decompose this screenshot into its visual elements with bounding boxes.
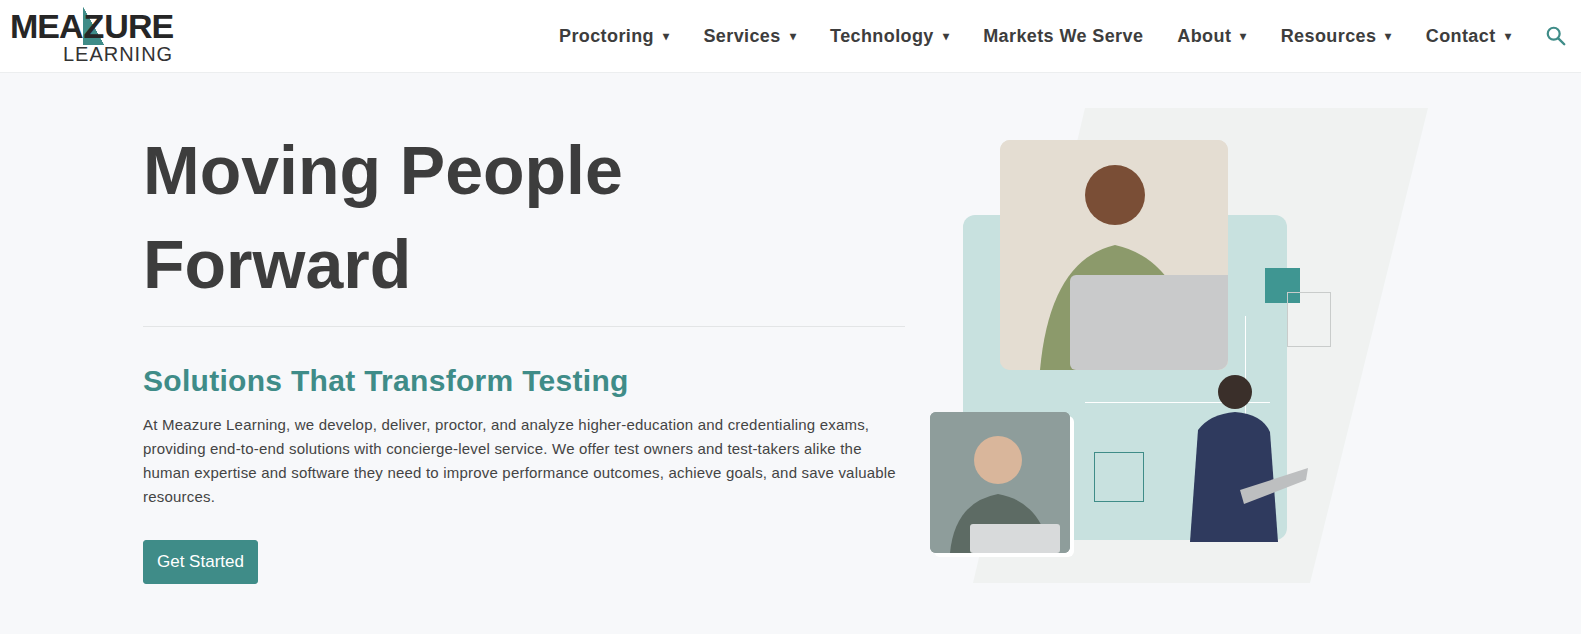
photo (1170, 370, 1310, 542)
nav-item[interactable]: Proctoring ▾ (559, 23, 669, 50)
nav-item[interactable]: Contact ▾ (1426, 23, 1511, 50)
logo-subtitle: LEARNING (10, 44, 173, 64)
photo (930, 412, 1070, 553)
dropdown-caret-icon: ▾ (1505, 27, 1511, 45)
man-photo (1170, 370, 1310, 542)
decor-square (1094, 452, 1144, 502)
logo[interactable]: MEAZURELEARNING (10, 9, 173, 64)
hero-text: Moving People Forward Solutions That Tran… (143, 73, 905, 584)
logo-name: MEAZURE (10, 9, 173, 43)
hero-description: At Meazure Learning, we develop, deliver… (143, 413, 905, 509)
nav-item[interactable]: Resources ▾ (1281, 23, 1392, 50)
hero-collage (930, 108, 1430, 583)
search-button[interactable] (1545, 25, 1567, 47)
photo (1000, 140, 1228, 370)
hero-subtitle: Solutions That Transform Testing (143, 363, 905, 399)
dropdown-caret-icon: ▾ (1385, 27, 1391, 45)
woman-photo (1000, 140, 1228, 370)
site-header: MEAZURELEARNINGProctoring▾Services▾Techn… (0, 0, 1581, 73)
main-nav: Proctoring ▾ Services ▾ Technology ▾ Markets W… (559, 23, 1567, 50)
dropdown-caret-icon: ▾ (1240, 27, 1246, 45)
dropdown-caret-icon: ▾ (943, 27, 949, 45)
nav-label: Services (703, 23, 780, 50)
nav-item[interactable]: About ▾ (1177, 23, 1246, 50)
nav-label: Resources (1281, 23, 1377, 50)
nav-label: Proctoring (559, 23, 654, 50)
decor-square (1265, 268, 1300, 303)
nav-item[interactable]: Markets We Serve (983, 23, 1143, 50)
decor-square (1287, 292, 1331, 347)
nav-item[interactable]: Services ▾ (703, 23, 796, 50)
nav-label: Technology (830, 23, 934, 50)
hero-section: Moving People Forward Solutions That Tran… (0, 73, 1581, 584)
divider (143, 326, 905, 327)
nav-label: Markets We Serve (983, 23, 1143, 50)
search-icon (1545, 25, 1567, 47)
nav-label: Contact (1426, 23, 1496, 50)
nav-item[interactable]: Technology ▾ (830, 23, 949, 50)
dropdown-caret-icon: ▾ (663, 27, 669, 45)
nav-label: About (1177, 23, 1231, 50)
dropdown-caret-icon: ▾ (790, 27, 796, 45)
get-started-button[interactable]: Get Started (143, 540, 258, 584)
woman-photo (930, 412, 1070, 553)
hero-title: Moving People Forward (143, 123, 703, 311)
